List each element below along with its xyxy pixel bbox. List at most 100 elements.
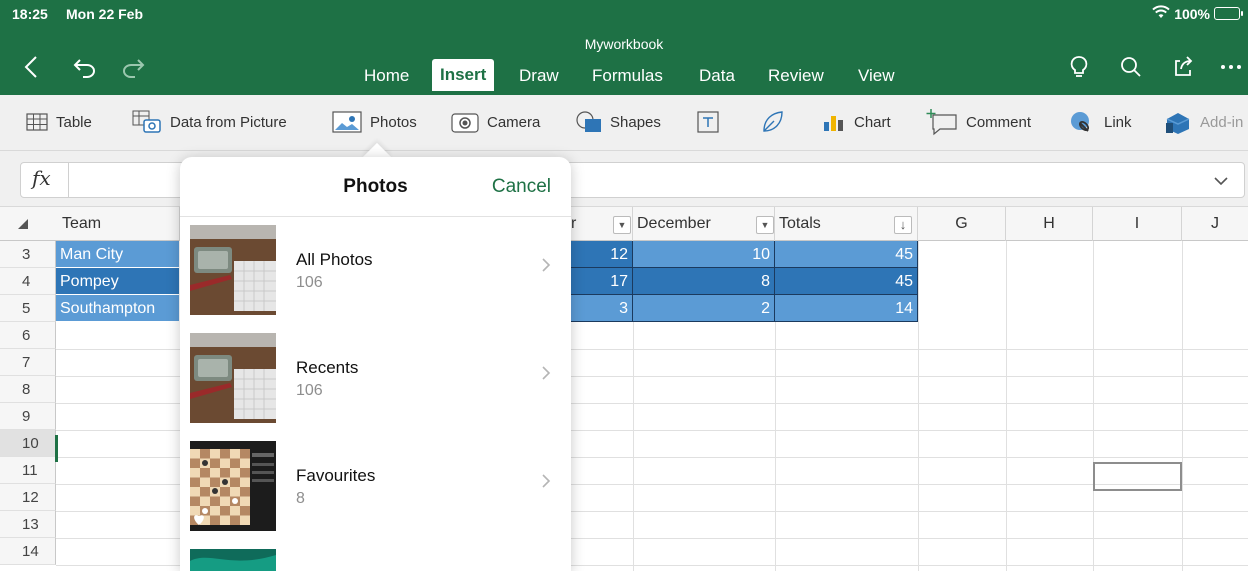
- november-cell[interactable]: 12: [571, 241, 633, 268]
- tab-review[interactable]: Review: [768, 60, 824, 92]
- tab-formulas[interactable]: Formulas: [592, 60, 663, 92]
- chart-button[interactable]: Chart: [822, 109, 891, 135]
- album-partial[interactable]: [180, 542, 571, 571]
- camera-icon: [451, 111, 479, 133]
- redo-icon[interactable]: [120, 54, 146, 80]
- album-count: 106: [296, 274, 323, 291]
- picture-icon: [332, 111, 362, 133]
- november-cell[interactable]: 17: [571, 268, 633, 295]
- column-header-j[interactable]: J: [1182, 207, 1248, 241]
- more-icon[interactable]: [1218, 54, 1244, 80]
- grid-line: [1093, 241, 1094, 571]
- data-from-picture-icon: [132, 110, 162, 134]
- undo-icon[interactable]: [72, 54, 98, 80]
- totals-cell[interactable]: 45: [775, 268, 918, 295]
- row-number[interactable]: 6: [0, 322, 56, 349]
- row-number[interactable]: 4: [0, 268, 56, 295]
- back-icon[interactable]: [18, 54, 44, 80]
- camera-label: Camera: [487, 113, 541, 131]
- filter-dropdown-icon[interactable]: ▼: [613, 216, 631, 234]
- album-count: 8: [296, 490, 305, 507]
- tab-draw[interactable]: Draw: [519, 60, 559, 92]
- column-header-g[interactable]: G: [918, 207, 1006, 241]
- album-thumbnail: [190, 441, 276, 531]
- insert-ribbon: Table Data from Picture Photos Camera Sh…: [0, 95, 1248, 151]
- tab-view[interactable]: View: [858, 60, 895, 92]
- album-thumbnail: [190, 333, 276, 423]
- add-ins-button[interactable]: Add-in: [1164, 109, 1243, 135]
- battery-icon: [1214, 7, 1243, 20]
- active-cell-indicator: [55, 435, 58, 462]
- link-icon: [1068, 110, 1096, 134]
- photos-button[interactable]: Photos: [332, 109, 417, 135]
- team-cell[interactable]: Pompey: [56, 268, 180, 295]
- comment-label: Comment: [966, 113, 1032, 131]
- share-icon[interactable]: [1170, 54, 1196, 80]
- column-header-team[interactable]: Team: [56, 207, 180, 241]
- status-date: Mon 22 Feb: [66, 6, 144, 22]
- row-number[interactable]: 5: [0, 295, 56, 322]
- column-header-h[interactable]: H: [1006, 207, 1093, 241]
- grid-line: [1006, 241, 1007, 571]
- row-number[interactable]: 12: [0, 484, 56, 511]
- row-number[interactable]: 14: [0, 538, 56, 565]
- filter-dropdown-icon[interactable]: ▼: [756, 216, 774, 234]
- camera-button[interactable]: Camera: [451, 109, 540, 135]
- cancel-button[interactable]: Cancel: [492, 176, 551, 198]
- row-number[interactable]: 7: [0, 349, 56, 376]
- leaf-icon: [760, 109, 786, 135]
- album-favourites[interactable]: Favourites 8: [180, 434, 571, 542]
- team-cell[interactable]: Man City: [56, 241, 180, 268]
- shapes-icon: [576, 111, 602, 133]
- table-icon: [26, 113, 48, 131]
- photos-popover: Photos Cancel All Photos 106 Recents 106…: [180, 157, 571, 571]
- row-number[interactable]: 3: [0, 241, 56, 268]
- album-recents[interactable]: Recents 106: [180, 326, 571, 434]
- shapes-label: Shapes: [610, 113, 661, 131]
- album-all-photos[interactable]: All Photos 106: [180, 218, 571, 326]
- row-number[interactable]: 13: [0, 511, 56, 538]
- december-cell[interactable]: 2: [633, 295, 775, 322]
- data-from-picture-button[interactable]: Data from Picture: [132, 109, 287, 135]
- row-number[interactable]: 10: [0, 430, 56, 457]
- team-cell[interactable]: Southampton: [56, 295, 180, 322]
- status-time: 18:25: [12, 6, 48, 22]
- row-number[interactable]: 8: [0, 376, 56, 403]
- tab-home[interactable]: Home: [364, 60, 409, 92]
- title-bar: 18:25 Mon 22 Feb 100% Myworkbook Home In…: [0, 0, 1248, 95]
- column-header-i[interactable]: I: [1093, 207, 1182, 241]
- chevron-down-icon[interactable]: [1214, 173, 1228, 191]
- row-number[interactable]: 11: [0, 457, 56, 484]
- popover-header: Photos Cancel: [180, 157, 571, 217]
- select-all-icon[interactable]: [18, 219, 28, 229]
- selected-cell-i11[interactable]: [1093, 462, 1182, 491]
- link-button[interactable]: Link: [1068, 109, 1132, 135]
- icons-button[interactable]: [760, 109, 786, 135]
- sort-descending-icon[interactable]: ↓: [894, 216, 912, 234]
- status-indicators: 100%: [1152, 5, 1243, 22]
- search-icon[interactable]: [1118, 54, 1144, 80]
- tab-insert[interactable]: Insert: [432, 59, 495, 91]
- december-cell[interactable]: 8: [633, 268, 775, 295]
- totals-cell[interactable]: 14: [775, 295, 918, 322]
- november-cell[interactable]: 3: [571, 295, 633, 322]
- album-name: Favourites: [296, 466, 376, 485]
- text-box-icon: [696, 110, 720, 134]
- text-box-button[interactable]: [696, 109, 720, 135]
- insert-table-button[interactable]: Table: [26, 109, 92, 135]
- lightbulb-icon[interactable]: [1066, 54, 1092, 80]
- link-label: Link: [1104, 113, 1132, 131]
- row-number[interactable]: 9: [0, 403, 56, 430]
- document-title: Myworkbook: [584, 36, 664, 52]
- column-header-december[interactable]: December: [633, 207, 775, 241]
- chart-label: Chart: [854, 113, 891, 131]
- album-name: Recents: [296, 358, 359, 377]
- fx-label: fx: [32, 166, 51, 190]
- wifi-icon: [1152, 5, 1170, 22]
- totals-cell[interactable]: 45: [775, 241, 918, 268]
- chevron-right-icon: [542, 366, 551, 385]
- shapes-button[interactable]: Shapes: [576, 109, 661, 135]
- december-cell[interactable]: 10: [633, 241, 775, 268]
- comment-button[interactable]: Comment: [926, 109, 1032, 136]
- tab-data[interactable]: Data: [699, 60, 735, 92]
